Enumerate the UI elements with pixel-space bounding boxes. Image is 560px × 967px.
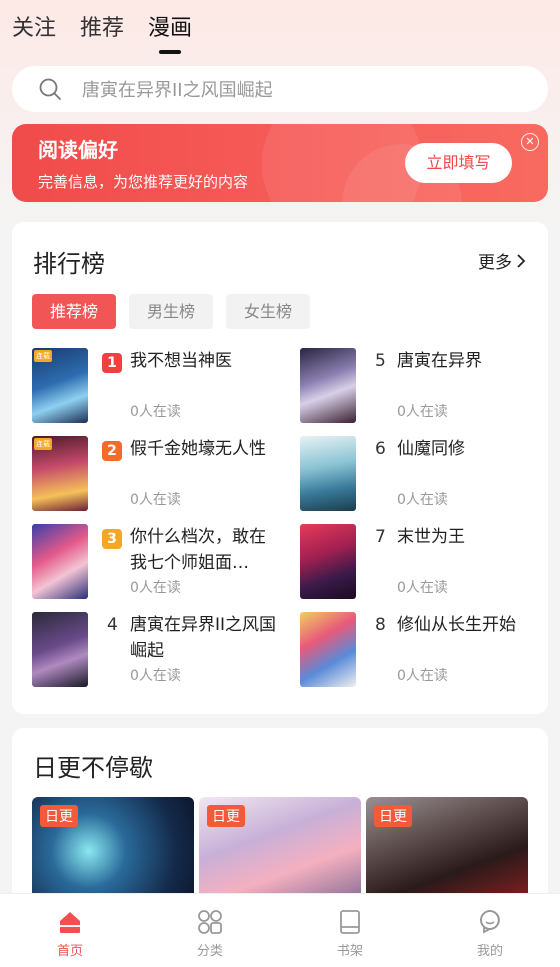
more-button[interactable]: 更多 <box>478 248 526 273</box>
rank-badge: 3 <box>102 529 122 549</box>
ranking-item[interactable]: 7 末世为王 0人在读 <box>300 524 560 612</box>
active-tab-indicator <box>159 50 182 54</box>
search-icon <box>39 78 61 100</box>
rank-badge: 2 <box>102 441 122 461</box>
comic-cover <box>32 524 88 599</box>
top-tab-bar: 关注 推荐 漫画 <box>12 14 193 54</box>
comic-title: 仙魔同修 <box>397 439 465 459</box>
comic-title: 唐寅在异界 <box>397 351 482 371</box>
search-placeholder: 唐寅在异界II之风国崛起 <box>82 80 273 101</box>
reading-preference-banner: 阅读偏好 完善信息，为您推荐更好的内容 立即填写 ✕ <box>12 124 548 202</box>
comic-cover <box>300 612 356 687</box>
tab-comics-label: 漫画 <box>148 16 193 41</box>
ranking-item[interactable]: 连载 2 假千金她壕无人性 0人在读 <box>32 436 292 524</box>
daily-tag: 日更 <box>374 805 412 827</box>
comic-cover: 连载 <box>32 348 88 423</box>
comic-title: 唐寅在异界II之风国崛起 <box>130 615 277 661</box>
ranking-column-right: 5 唐寅在异界 0人在读 6 仙魔同修 0人在读 7 末世为王 0人在读 8 修… <box>300 348 560 700</box>
daily-update-title: 日更不停歇 <box>33 754 153 782</box>
tab-male-rank[interactable]: 男生榜 <box>129 294 214 329</box>
rank-badge: 1 <box>102 353 122 373</box>
comic-title: 末世为王 <box>397 527 465 547</box>
nav-home-label: 首页 <box>56 944 83 959</box>
rank-number: 5 <box>375 351 386 371</box>
ranking-column-left: 连载 1 我不想当神医 0人在读 连载 2 假千金她壕无人性 0人在读 3 你什… <box>32 348 292 700</box>
rank-number: 7 <box>375 527 386 547</box>
comic-cover: 连载 <box>32 436 88 511</box>
banner-description: 完善信息，为您推荐更好的内容 <box>38 173 249 191</box>
close-icon[interactable]: ✕ <box>521 133 539 151</box>
daily-tag: 日更 <box>40 805 78 827</box>
ranking-tabs: 推荐榜 男生榜 女生榜 <box>32 294 311 329</box>
comic-title: 我不想当神医 <box>130 351 232 371</box>
nav-category[interactable]: 分类 <box>140 894 280 967</box>
ranking-item[interactable]: 3 你什么档次，敢在我七个师姐面… 0人在读 <box>32 524 292 612</box>
reader-count: 0人在读 <box>397 668 448 684</box>
comic-title: 你什么档次，敢在我七个师姐面… <box>130 527 266 573</box>
category-icon <box>198 910 222 934</box>
nav-bookshelf-label: 书架 <box>336 944 363 959</box>
fill-in-button[interactable]: 立即填写 <box>405 143 512 183</box>
reader-count: 0人在读 <box>397 404 448 420</box>
reader-count: 0人在读 <box>130 580 181 596</box>
nav-category-label: 分类 <box>196 944 223 959</box>
nav-profile[interactable]: 我的 <box>420 894 560 967</box>
comic-cover <box>300 348 356 423</box>
rank-number: 6 <box>375 439 386 459</box>
cover-badge: 连载 <box>34 438 52 450</box>
reader-count: 0人在读 <box>130 492 181 508</box>
ranking-title: 排行榜 <box>33 250 105 278</box>
nav-profile-label: 我的 <box>476 944 503 959</box>
rank-number: 8 <box>375 615 386 635</box>
reader-count: 0人在读 <box>130 668 181 684</box>
comic-cover <box>300 524 356 599</box>
home-icon <box>60 912 80 933</box>
tab-comics[interactable]: 漫画 <box>148 14 193 54</box>
comic-cover <box>300 436 356 511</box>
tab-female-rank[interactable]: 女生榜 <box>226 294 311 329</box>
search-bar[interactable]: 唐寅在异界II之风国崛起 <box>12 66 548 112</box>
comic-cover <box>32 612 88 687</box>
reader-count: 0人在读 <box>397 580 448 596</box>
tab-follow[interactable]: 关注 <box>12 14 56 46</box>
comic-title: 修仙从长生开始 <box>397 615 516 635</box>
banner-title: 阅读偏好 <box>38 138 118 162</box>
daily-tag: 日更 <box>207 805 245 827</box>
nav-home[interactable]: 首页 <box>0 894 140 967</box>
comic-title: 假千金她壕无人性 <box>130 439 266 459</box>
more-label: 更多 <box>478 253 512 273</box>
profile-icon <box>480 910 500 934</box>
ranking-item[interactable]: 6 仙魔同修 0人在读 <box>300 436 560 524</box>
bookshelf-icon <box>340 910 360 934</box>
ranking-item[interactable]: 8 修仙从长生开始 0人在读 <box>300 612 560 700</box>
nav-bookshelf[interactable]: 书架 <box>280 894 420 967</box>
ranking-card: 排行榜 更多 推荐榜 男生榜 女生榜 连载 1 我不想当神医 0人在读 连载 2… <box>12 222 548 714</box>
tab-recommend-rank[interactable]: 推荐榜 <box>32 294 117 329</box>
ranking-item[interactable]: 4 唐寅在异界II之风国崛起 0人在读 <box>32 612 292 700</box>
reader-count: 0人在读 <box>397 492 448 508</box>
ranking-item[interactable]: 连载 1 我不想当神医 0人在读 <box>32 348 292 436</box>
ranking-item[interactable]: 5 唐寅在异界 0人在读 <box>300 348 560 436</box>
tab-recommend[interactable]: 推荐 <box>80 14 124 46</box>
reader-count: 0人在读 <box>130 404 181 420</box>
chevron-right-icon <box>517 253 526 268</box>
rank-number: 4 <box>107 615 118 635</box>
cover-badge: 连载 <box>34 350 52 362</box>
bottom-nav: 首页 分类 书架 我的 <box>0 893 560 967</box>
